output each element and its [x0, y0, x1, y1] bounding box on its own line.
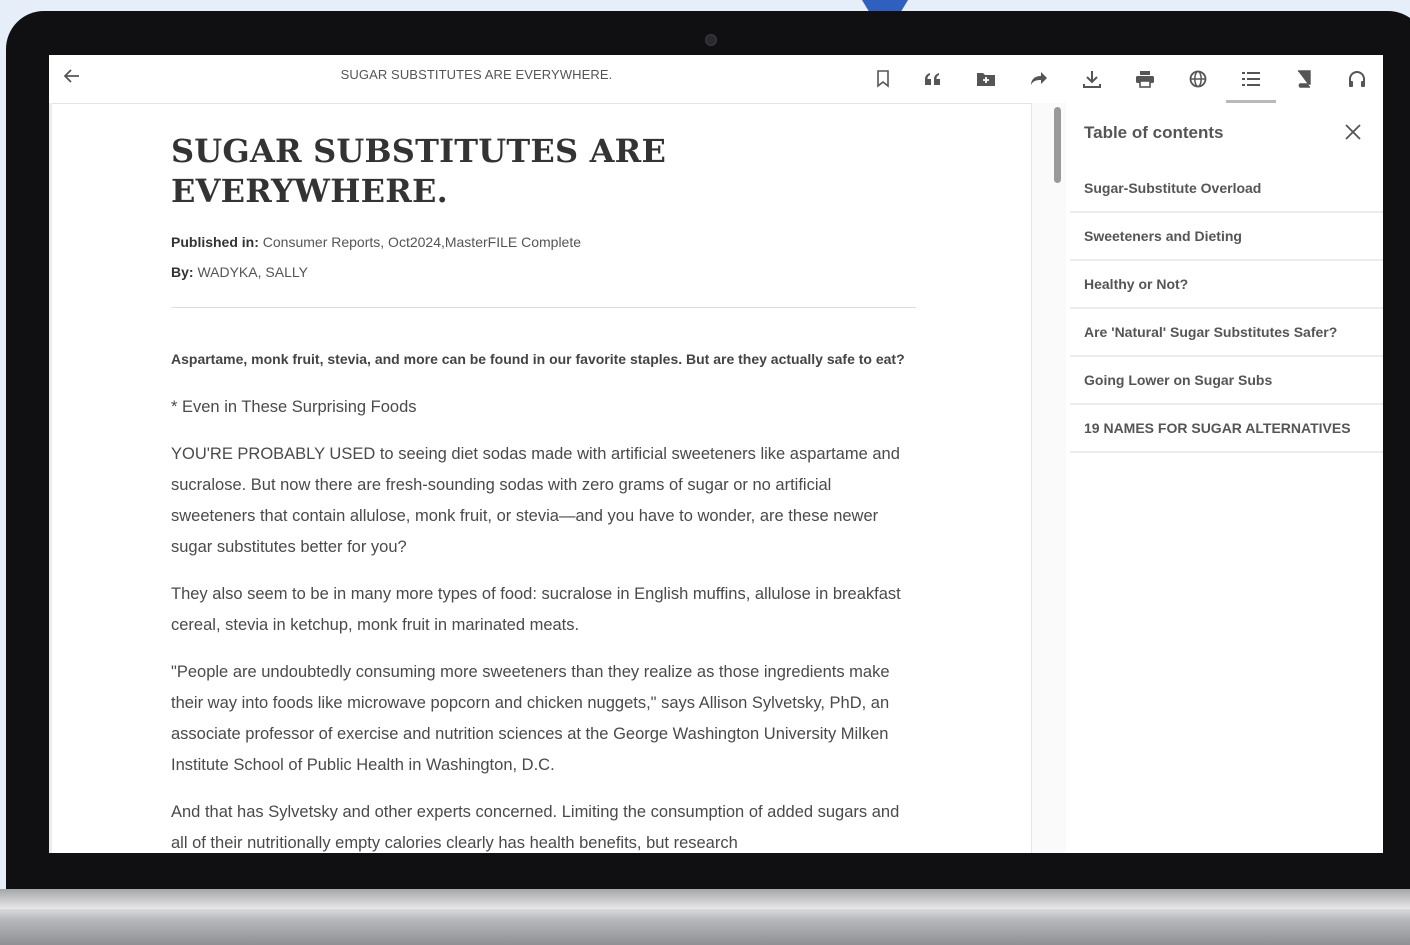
- document-title: SUGAR SUBSTITUTES ARE EVERYWHERE.: [340, 67, 613, 82]
- folder-add-icon: [976, 71, 996, 87]
- article-paragraph: And that has Sylvetsky and other experts…: [171, 803, 900, 852]
- article-body: SUGAR SUBSTITUTES ARE EVERYWHERE. Publis…: [171, 131, 916, 853]
- article-subhead: * Even in These Surprising Foods: [171, 398, 417, 416]
- article-paragraph: YOU'RE PROBABLY USED to seeing diet soda…: [171, 445, 900, 556]
- article-paragraph: "People are undoubtedly consuming more s…: [171, 663, 890, 774]
- toc-list: Sugar-Substitute Overload Sweeteners and…: [1070, 165, 1383, 453]
- toc-item[interactable]: Going Lower on Sugar Subs: [1070, 357, 1383, 405]
- quote-icon: [924, 72, 942, 86]
- table-of-contents-panel: Table of contents Sugar-Substitute Overl…: [1066, 103, 1383, 853]
- toc-close-button[interactable]: [1340, 121, 1366, 147]
- article-title: SUGAR SUBSTITUTES ARE EVERYWHERE.: [171, 132, 667, 210]
- toc-item[interactable]: Healthy or Not?: [1070, 261, 1383, 309]
- book-icon: [1296, 70, 1312, 88]
- close-icon: [1344, 123, 1362, 146]
- bookmark-button[interactable]: [867, 63, 899, 95]
- author-value: WADYKA, SALLY: [197, 264, 308, 280]
- scrollbar-thumb[interactable]: [1054, 107, 1061, 183]
- download-icon: [1083, 70, 1101, 88]
- published-in-value: Consumer Reports, Oct2024,MasterFILE Com…: [262, 234, 582, 250]
- toc-item[interactable]: Sweeteners and Dieting: [1070, 213, 1383, 261]
- listen-button[interactable]: [1341, 63, 1373, 95]
- dictionary-button[interactable]: [1288, 63, 1320, 95]
- author-line: By: WADYKA, SALLY: [171, 263, 916, 281]
- table-of-contents-button[interactable]: [1235, 63, 1267, 95]
- headphones-icon: [1348, 70, 1366, 88]
- toc-title: Table of contents: [1084, 123, 1224, 142]
- author-label: By:: [171, 264, 194, 280]
- scrollbar-track[interactable]: [1031, 103, 1067, 853]
- add-to-folder-button[interactable]: [970, 63, 1002, 95]
- webcam: [705, 34, 717, 46]
- toc-item[interactable]: Sugar-Substitute Overload: [1070, 165, 1383, 213]
- toc-item[interactable]: Are 'Natural' Sugar Substitutes Safer?: [1070, 309, 1383, 357]
- list-icon: [1241, 71, 1261, 87]
- article-pane: SUGAR SUBSTITUTES ARE EVERYWHERE. Publis…: [49, 103, 1034, 853]
- bookmark-icon: [876, 70, 890, 88]
- cite-button[interactable]: [917, 63, 949, 95]
- laptop-hinge: [0, 889, 1410, 909]
- share-button[interactable]: [1023, 63, 1055, 95]
- meta-divider: [171, 307, 916, 308]
- toc-item[interactable]: 19 NAMES FOR SUGAR ALTERNATIVES: [1070, 405, 1383, 453]
- reader-toolbar: SUGAR SUBSTITUTES ARE EVERYWHERE.: [49, 55, 1383, 104]
- published-in-line: Published in: Consumer Reports, Oct2024,…: [171, 233, 916, 251]
- globe-icon: [1189, 70, 1207, 88]
- article-lede: Aspartame, monk fruit, stevia, and more …: [171, 351, 905, 367]
- article-paragraph: They also seem to be in many more types …: [171, 585, 901, 634]
- translate-button[interactable]: [1182, 63, 1214, 95]
- reader-screen: SUGAR SUBSTITUTES ARE EVERYWHERE. SUGAR …: [49, 55, 1383, 853]
- download-button[interactable]: [1076, 63, 1108, 95]
- share-icon: [1030, 71, 1048, 87]
- print-icon: [1135, 70, 1155, 88]
- published-in-label: Published in:: [171, 234, 259, 250]
- print-button[interactable]: [1129, 63, 1161, 95]
